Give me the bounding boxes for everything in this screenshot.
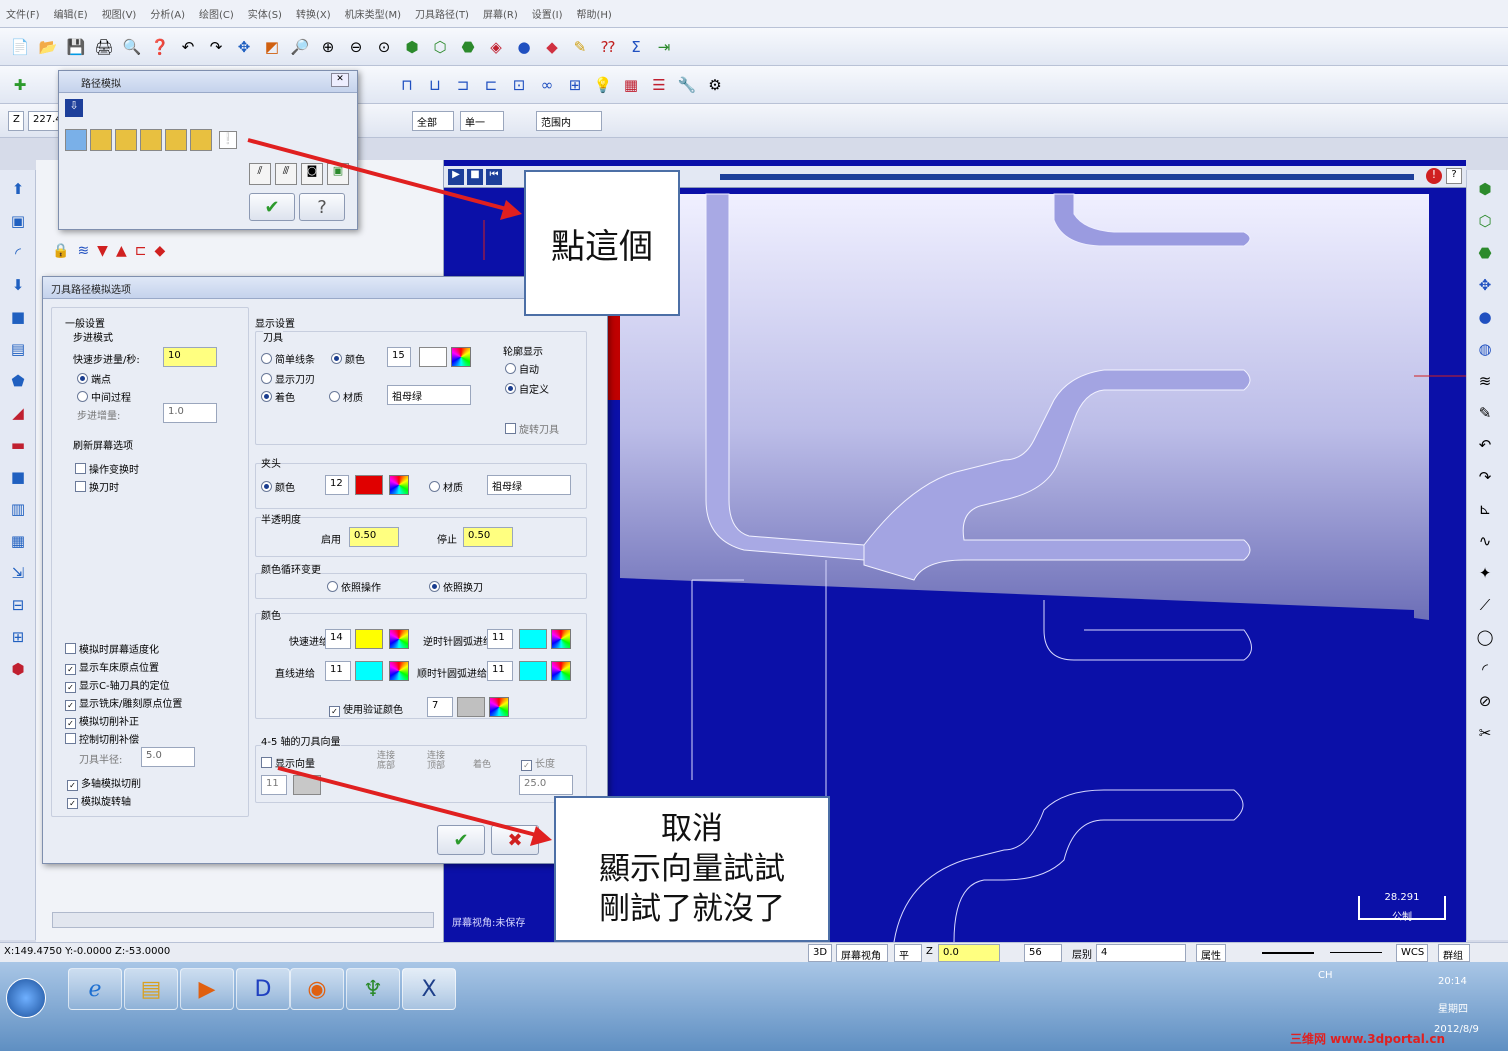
layer-select[interactable]: 4 xyxy=(1096,944,1186,962)
media-player-icon[interactable]: ▶ xyxy=(180,968,234,1010)
ie-icon[interactable]: ℯ xyxy=(68,968,122,1010)
cursor-coords: X:149.4750 Y:-0.0000 Z:-53.0000 xyxy=(4,946,171,957)
line-style-select[interactable] xyxy=(1262,952,1314,954)
z-label: Z xyxy=(926,946,933,957)
level-input[interactable]: 56 xyxy=(1024,944,1062,962)
clock-weekday: 星期四 xyxy=(1438,1004,1468,1015)
line-width-select[interactable] xyxy=(1330,952,1382,953)
mastercam-icon[interactable]: X xyxy=(402,968,456,1010)
firefox-icon[interactable]: ◉ xyxy=(290,968,344,1010)
status-bar: X:149.4750 Y:-0.0000 Z:-53.0000 3D 屏幕视角 … xyxy=(0,942,1508,977)
mode-3d-button[interactable]: 3D xyxy=(808,944,832,962)
callout-line-3: 剛試了就沒了 xyxy=(599,891,785,927)
d-app-icon[interactable]: D xyxy=(236,968,290,1010)
screen-view-button[interactable]: 屏幕视角 xyxy=(836,944,888,962)
layer-label: 层别 xyxy=(1072,950,1092,961)
callout-click-this: 點這個 xyxy=(524,170,680,316)
callout-line-2: 顯示向量試試 xyxy=(599,851,785,887)
callout-cancel-vector: 取消 顯示向量試試 剛試了就沒了 xyxy=(554,796,830,942)
start-button[interactable] xyxy=(6,978,46,1018)
plane-button[interactable]: 平面 xyxy=(894,944,922,977)
group-button[interactable]: 群组 xyxy=(1438,944,1470,962)
callout-click-text: 點這個 xyxy=(551,226,653,267)
app-icon[interactable]: ♆ xyxy=(346,968,400,1010)
attributes-button[interactable]: 属性 xyxy=(1196,944,1226,962)
explorer-icon[interactable]: ▤ xyxy=(124,968,178,1010)
callout-line-1: 取消 xyxy=(661,811,723,847)
ime-indicator[interactable]: CH xyxy=(1318,970,1333,981)
windows-taskbar: ℯ ▤ ▶ D ◉ ♆ X CH 20:14 星期四 2012/8/9 三维网 … xyxy=(0,962,1508,1051)
watermark: 三维网 www.3dportal.cn xyxy=(1290,1032,1446,1046)
clock-time[interactable]: 20:14 xyxy=(1438,976,1467,987)
wcs-button[interactable]: WCS xyxy=(1396,944,1428,962)
z-value-input[interactable]: 0.0 xyxy=(938,944,1000,962)
